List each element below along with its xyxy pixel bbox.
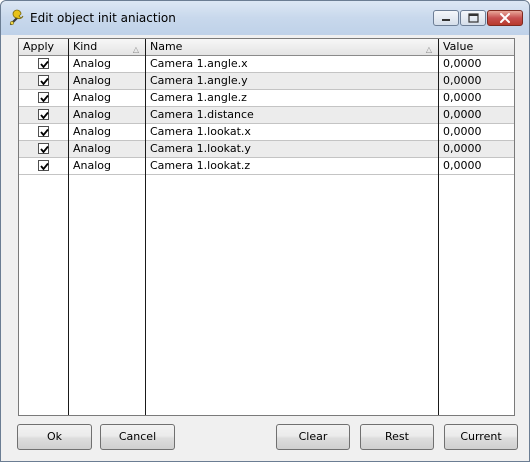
name-cell[interactable]: Camera 1.lookat.z <box>146 158 438 174</box>
table-row[interactable]: Analog Camera 1.angle.y 0,0000 <box>19 73 514 90</box>
value-cell[interactable]: 0,0000 <box>439 124 514 140</box>
value-cell[interactable]: 0,0000 <box>439 73 514 89</box>
kind-cell[interactable]: Analog <box>69 158 145 174</box>
value-cell[interactable]: 0,0000 <box>439 56 514 72</box>
column-divider <box>438 39 439 415</box>
apply-cell <box>19 107 68 123</box>
name-cell[interactable]: Camera 1.lookat.x <box>146 124 438 140</box>
table-row[interactable]: Analog Camera 1.lookat.y 0,0000 <box>19 141 514 158</box>
grid-header: Apply Kind △ Name △ Value <box>19 39 514 56</box>
kind-cell[interactable]: Analog <box>69 141 145 157</box>
checkmark-icon <box>40 60 49 69</box>
name-cell[interactable]: Camera 1.angle.x <box>146 56 438 72</box>
column-header-kind[interactable]: Kind △ <box>69 39 146 55</box>
table-row[interactable]: Analog Camera 1.angle.x 0,0000 <box>19 56 514 73</box>
kind-cell[interactable]: Analog <box>69 107 145 123</box>
column-header-label: Value <box>443 40 474 53</box>
column-header-label: Name <box>150 40 183 53</box>
minimize-button[interactable] <box>433 10 459 26</box>
minimize-icon <box>442 19 450 21</box>
name-cell[interactable]: Camera 1.lookat.y <box>146 141 438 157</box>
apply-cell <box>19 141 68 157</box>
value-cell[interactable]: 0,0000 <box>439 141 514 157</box>
checkmark-icon <box>40 111 49 120</box>
table-row[interactable]: Analog Camera 1.lookat.x 0,0000 <box>19 124 514 141</box>
checkmark-icon <box>40 77 49 86</box>
checkmark-icon <box>40 162 49 171</box>
maximize-button[interactable] <box>460 10 486 26</box>
column-divider <box>68 39 69 415</box>
apply-checkbox[interactable] <box>38 143 49 154</box>
title-bar[interactable]: Edit object init aniaction <box>1 1 529 35</box>
name-cell[interactable]: Camera 1.angle.z <box>146 90 438 106</box>
close-icon <box>500 13 510 23</box>
value-cell[interactable]: 0,0000 <box>439 107 514 123</box>
wrench-icon <box>8 9 26 27</box>
maximize-icon <box>468 13 479 23</box>
apply-checkbox[interactable] <box>38 160 49 171</box>
cancel-button[interactable]: Cancel <box>100 424 175 450</box>
table-row[interactable]: Analog Camera 1.angle.z 0,0000 <box>19 90 514 107</box>
kind-cell[interactable]: Analog <box>69 73 145 89</box>
apply-checkbox[interactable] <box>38 58 49 69</box>
checkmark-icon <box>40 94 49 103</box>
table-row[interactable]: Analog Camera 1.lookat.z 0,0000 <box>19 158 514 175</box>
column-header-name[interactable]: Name △ <box>146 39 439 55</box>
properties-grid[interactable]: Apply Kind △ Name △ Value Analog Camera 1… <box>18 38 515 416</box>
current-button[interactable]: Current <box>444 424 518 450</box>
apply-cell <box>19 73 68 89</box>
column-header-value[interactable]: Value <box>439 39 514 55</box>
name-cell[interactable]: Camera 1.distance <box>146 107 438 123</box>
column-divider <box>145 39 146 415</box>
apply-cell <box>19 90 68 106</box>
apply-checkbox[interactable] <box>38 75 49 86</box>
apply-checkbox[interactable] <box>38 109 49 120</box>
value-cell[interactable]: 0,0000 <box>439 158 514 174</box>
name-cell[interactable]: Camera 1.angle.y <box>146 73 438 89</box>
checkmark-icon <box>40 128 49 137</box>
dialog-window: Edit object init aniaction Apply Kind △ … <box>0 0 530 462</box>
clear-button[interactable]: Clear <box>276 424 350 450</box>
kind-cell[interactable]: Analog <box>69 90 145 106</box>
table-row[interactable]: Analog Camera 1.distance 0,0000 <box>19 107 514 124</box>
apply-cell <box>19 124 68 140</box>
kind-cell[interactable]: Analog <box>69 56 145 72</box>
apply-checkbox[interactable] <box>38 92 49 103</box>
apply-cell <box>19 56 68 72</box>
column-header-apply[interactable]: Apply <box>19 39 69 55</box>
ok-button[interactable]: Ok <box>17 424 92 450</box>
checkmark-icon <box>40 145 49 154</box>
kind-cell[interactable]: Analog <box>69 124 145 140</box>
column-header-label: Apply <box>23 40 55 53</box>
close-button[interactable] <box>487 10 523 26</box>
apply-checkbox[interactable] <box>38 126 49 137</box>
apply-cell <box>19 158 68 174</box>
window-title: Edit object init aniaction <box>30 11 176 25</box>
rest-button[interactable]: Rest <box>360 424 434 450</box>
value-cell[interactable]: 0,0000 <box>439 90 514 106</box>
column-header-label: Kind <box>73 40 98 53</box>
